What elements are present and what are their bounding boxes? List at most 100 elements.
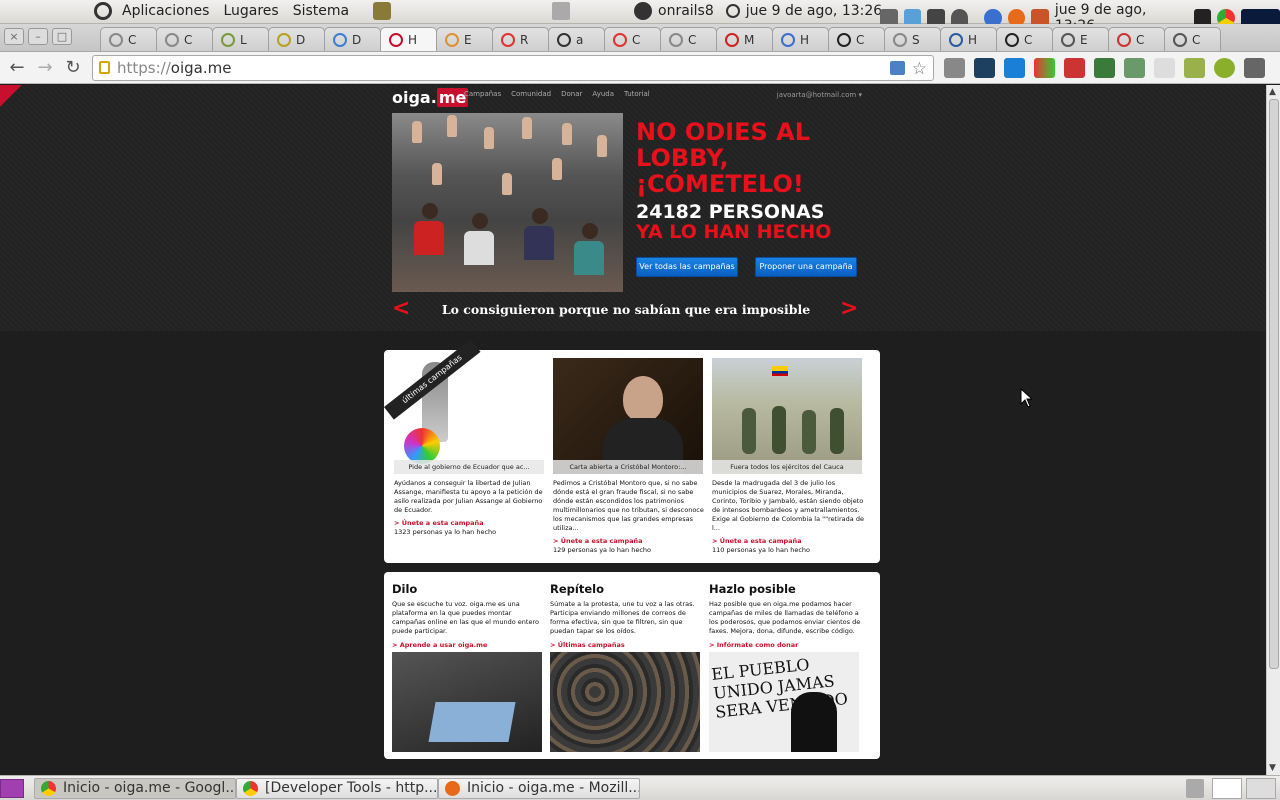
- taskbar-item-devtools[interactable]: [Developer Tools - http...: [236, 778, 438, 799]
- account-menu[interactable]: javoarta@hotmail.com ▾: [777, 91, 862, 99]
- clock[interactable]: jue 9 de ago, 13:26: [746, 3, 882, 19]
- extension-flag-icon[interactable]: [1064, 58, 1085, 78]
- minimize-window-button[interactable]: –: [28, 28, 48, 45]
- trash-icon[interactable]: [1186, 779, 1204, 798]
- reload-icon[interactable]: ↻: [62, 58, 84, 78]
- join-campaign-link[interactable]: > Únete a esta campaña: [394, 519, 546, 527]
- browser-tab[interactable]: S: [884, 27, 941, 51]
- lock-icon[interactable]: [99, 61, 110, 74]
- extension-tools-icon[interactable]: [1004, 58, 1025, 78]
- browser-tab[interactable]: C: [1164, 27, 1221, 51]
- hero-count: 24182 PERSONAS: [636, 201, 825, 223]
- corner-badge-icon[interactable]: [0, 85, 22, 107]
- nav-donate[interactable]: Donar: [561, 90, 582, 98]
- slider-next-button[interactable]: >: [840, 296, 858, 321]
- extension-grid-icon[interactable]: [1124, 58, 1145, 78]
- tab-favicon-icon: [669, 32, 683, 47]
- campaign-thumb[interactable]: Pide al gobierno de Ecuador que ac...: [394, 358, 544, 474]
- nav-tutorial[interactable]: Tutorial: [624, 90, 650, 98]
- browser-tab[interactable]: C: [604, 27, 661, 51]
- propose-campaign-button[interactable]: Proponer una campaña: [755, 257, 857, 277]
- info-photo-crowd: [550, 652, 700, 752]
- campaign-thumb[interactable]: Fuera todos los ejércitos del Cauca: [712, 358, 862, 474]
- extension-pencil-icon[interactable]: [944, 58, 965, 78]
- browser-tab[interactable]: D: [324, 27, 381, 51]
- workspace-switcher-2[interactable]: [1246, 778, 1276, 799]
- browser-tab[interactable]: C: [996, 27, 1053, 51]
- forward-icon[interactable]: →: [34, 58, 56, 78]
- join-campaign-link[interactable]: > Únete a esta campaña: [553, 537, 705, 545]
- nav-campaigns[interactable]: Campañas: [464, 90, 501, 98]
- page-action-icon[interactable]: [890, 61, 905, 75]
- learn-oiga-link[interactable]: > Aprende a usar oiga.me: [392, 641, 544, 649]
- browser-tab[interactable]: C: [828, 27, 885, 51]
- browser-tab[interactable]: H: [772, 27, 829, 51]
- user-applet[interactable]: onrails8 jue 9 de ago, 13:26: [634, 2, 882, 20]
- join-campaign-link[interactable]: > Únete a esta campaña: [712, 537, 864, 545]
- browser-tab[interactable]: M: [716, 27, 773, 51]
- taskbar-item-chrome[interactable]: Inicio - oiga.me - Googl...: [34, 778, 236, 799]
- wrench-menu-icon[interactable]: [1244, 58, 1265, 78]
- extension-color-icon[interactable]: [1034, 58, 1055, 78]
- bookmark-star-icon[interactable]: ☆: [912, 57, 927, 81]
- browser-tab[interactable]: C: [1108, 27, 1165, 51]
- campaign-caption[interactable]: Carta abierta a Cristóbal Montoro:...: [553, 460, 703, 474]
- slider-prev-button[interactable]: <: [392, 296, 410, 321]
- browser-tab[interactable]: E: [1052, 27, 1109, 51]
- scroll-down-icon[interactable]: ▼: [1269, 763, 1276, 773]
- trash-icon[interactable]: [552, 2, 570, 20]
- menu-system[interactable]: Sistema: [293, 3, 349, 19]
- browser-tab[interactable]: C: [156, 27, 213, 51]
- ubuntu-logo-icon[interactable]: [94, 2, 112, 20]
- site-logo[interactable]: oiga. me: [392, 88, 469, 107]
- trash-applet[interactable]: [552, 2, 570, 20]
- browser-tab[interactable]: E: [436, 27, 493, 51]
- show-desktop-icon[interactable]: [0, 779, 24, 798]
- power-icon[interactable]: [725, 4, 740, 18]
- browser-tab[interactable]: L: [212, 27, 269, 51]
- launcher-icon[interactable]: [373, 2, 392, 20]
- browser-tab[interactable]: C: [660, 27, 717, 51]
- campaign-card[interactable]: Fuera todos los ejércitos del Cauca Desd…: [712, 358, 864, 554]
- browser-tab[interactable]: a: [548, 27, 605, 51]
- system-top-panel: Aplicaciones Lugares Sistema onrails8 ju…: [0, 0, 1280, 34]
- photo-hand: [562, 123, 572, 145]
- browser-tab[interactable]: R: [492, 27, 549, 51]
- menu-applications[interactable]: Aplicaciones: [122, 3, 209, 19]
- nav-community[interactable]: Comunidad: [511, 90, 551, 98]
- extension-sublime-icon[interactable]: [974, 58, 995, 78]
- bottom-taskbar: Inicio - oiga.me - Googl... [Developer T…: [0, 775, 1280, 800]
- back-icon[interactable]: ←: [6, 58, 28, 78]
- campaign-card[interactable]: Carta abierta a Cristóbal Montoro:... Pe…: [553, 358, 705, 554]
- extension-a-icon[interactable]: [1184, 58, 1205, 78]
- info-title: Hazlo posible: [709, 582, 796, 596]
- nav-help[interactable]: Ayuda: [592, 90, 614, 98]
- campaign-caption[interactable]: Pide al gobierno de Ecuador que ac...: [394, 460, 544, 474]
- browser-tab[interactable]: H: [940, 27, 997, 51]
- extension-translate-icon[interactable]: [1094, 58, 1115, 78]
- donate-info-link[interactable]: > Infórmate como donar: [709, 641, 861, 649]
- menu-places[interactable]: Lugares: [223, 3, 278, 19]
- campaign-caption[interactable]: Fuera todos los ejércitos del Cauca: [712, 460, 862, 474]
- info-column-hazlo-posible: Hazlo posible Haz posible que en oiga.me…: [709, 582, 861, 752]
- hero-photo[interactable]: [392, 113, 623, 292]
- browser-tab[interactable]: D: [268, 27, 325, 51]
- page-scrollbar[interactable]: ▲ ▼: [1266, 85, 1280, 775]
- address-bar[interactable]: https://oiga.me ☆: [92, 55, 934, 81]
- scroll-up-icon[interactable]: ▲: [1269, 87, 1276, 97]
- view-all-campaigns-button[interactable]: Ver todas las campañas: [636, 257, 738, 277]
- browser-tab[interactable]: H: [380, 27, 437, 51]
- extension-puzzle-icon[interactable]: [1214, 58, 1235, 78]
- hero-band: [0, 85, 1266, 331]
- extension-ein-icon[interactable]: [1154, 58, 1175, 78]
- latest-campaigns-link[interactable]: > Últimas campañas: [550, 641, 702, 649]
- photo-shirt: [524, 226, 554, 260]
- user-name: onrails8: [658, 3, 714, 19]
- scrollbar-thumb[interactable]: [1269, 99, 1279, 669]
- workspace-switcher[interactable]: [1212, 778, 1242, 799]
- campaign-thumb[interactable]: Carta abierta a Cristóbal Montoro:...: [553, 358, 703, 474]
- close-window-button[interactable]: ×: [4, 28, 24, 45]
- taskbar-item-firefox[interactable]: Inicio - oiga.me - Mozill...: [438, 778, 640, 799]
- browser-tab[interactable]: C: [100, 27, 157, 51]
- maximize-window-button[interactable]: □: [52, 28, 72, 45]
